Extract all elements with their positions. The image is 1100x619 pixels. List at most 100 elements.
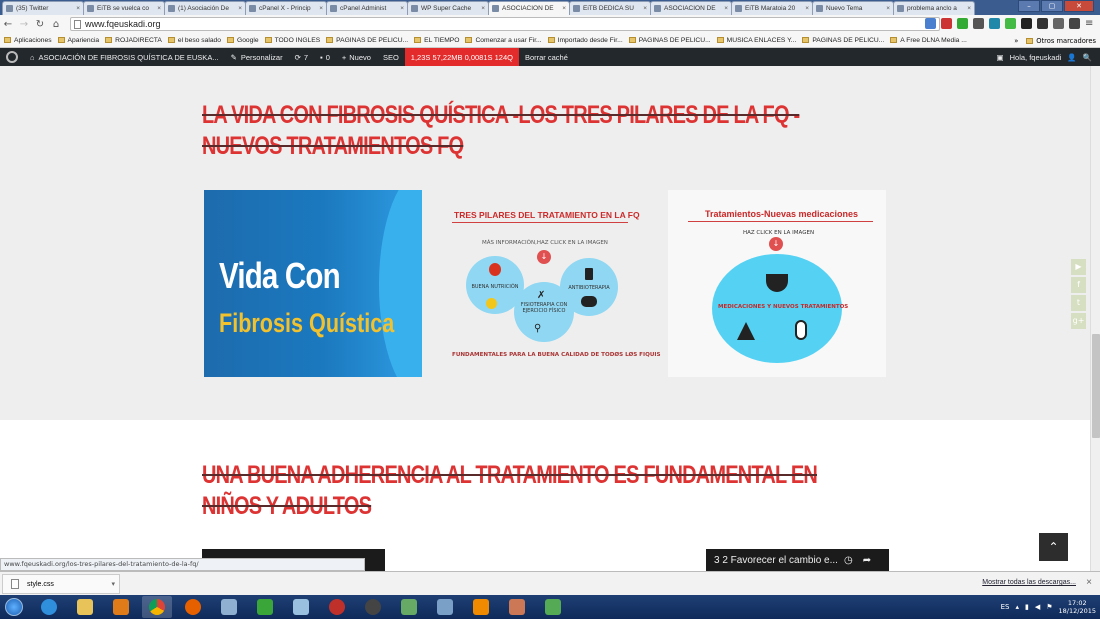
close-tab-icon[interactable]: × — [157, 5, 161, 12]
download-item[interactable]: style.css ▾ — [2, 574, 120, 594]
taskbar-app[interactable] — [214, 596, 244, 618]
screen-icon[interactable]: ▣ — [997, 53, 1004, 62]
scroll-to-top-button[interactable]: ⌃ — [1039, 533, 1068, 561]
chevron-down-icon[interactable]: ▾ — [111, 580, 115, 588]
youtube-icon[interactable]: ▶ — [1071, 259, 1086, 275]
extension-icon[interactable] — [973, 18, 984, 29]
google-plus-icon[interactable]: g+ — [1071, 313, 1086, 329]
share-icon[interactable]: ➦ — [863, 555, 871, 566]
taskbar-app[interactable] — [34, 596, 64, 618]
reload-icon[interactable]: ↻ — [32, 19, 48, 30]
bookmark-item[interactable]: PAGINAS DE PELICU... — [326, 37, 408, 44]
network-icon[interactable]: ▮ — [1025, 603, 1029, 611]
video-embed-2[interactable]: 3 2 Favorecer el cambio e... ◷ ➦ — [706, 549, 889, 571]
extension-icon[interactable] — [941, 18, 952, 29]
taskbar-app[interactable] — [538, 596, 568, 618]
bookmark-item[interactable]: Google — [227, 37, 259, 44]
bookmark-item[interactable]: Apariencia — [57, 37, 99, 44]
browser-tab[interactable]: EiTB se vuelca co × — [83, 1, 165, 15]
browser-tab[interactable]: (1) Asociación De × — [164, 1, 246, 15]
extension-icon[interactable] — [957, 18, 968, 29]
bookmark-item[interactable]: A Free DLNA Media ... — [890, 37, 967, 44]
wp-logo-menu[interactable] — [0, 48, 24, 66]
browser-tab[interactable]: (35) Twitter × — [2, 1, 84, 15]
browser-tab[interactable]: EiTB Maratoia 20 × — [731, 1, 813, 15]
taskbar-app[interactable] — [502, 596, 532, 618]
bookmark-item[interactable]: MUSICA ENLACES Y... — [716, 37, 796, 44]
user-greeting[interactable]: Hola, fqeuskadi — [1010, 53, 1062, 62]
bookmark-item[interactable]: ROJADIRECTA — [105, 37, 162, 44]
user-avatar-icon[interactable]: 👤 — [1067, 53, 1076, 62]
taskbar-app[interactable] — [250, 596, 280, 618]
close-tab-icon[interactable]: × — [76, 5, 80, 12]
volume-icon[interactable]: ◀ — [1035, 603, 1040, 611]
browser-tab[interactable]: WP Super Cache × — [407, 1, 489, 15]
taskbar-app[interactable] — [178, 596, 208, 618]
bookmarks-more[interactable]: » — [1014, 37, 1018, 45]
extension-icon[interactable] — [1037, 18, 1048, 29]
scrollbar-thumb[interactable] — [1092, 334, 1100, 438]
section-heading-1[interactable]: LA VIDA CON FIBROSIS QUÍSTICA -LOS TRES … — [202, 100, 800, 162]
taskbar-app[interactable] — [142, 596, 172, 618]
browser-tab[interactable]: cPanel Administ × — [326, 1, 408, 15]
bookmark-item[interactable]: Aplicaciones — [4, 37, 52, 44]
query-monitor[interactable]: 1,23S 57,22MB 0,0081S 124Q — [404, 48, 519, 66]
taskbar-app[interactable] — [466, 596, 496, 618]
customize-menu[interactable]: ✎ Personalizar — [225, 48, 289, 66]
browser-tab[interactable]: EiTB DEDICA SU × — [569, 1, 651, 15]
taskbar-app[interactable] — [106, 596, 136, 618]
address-bar[interactable]: www.fqeuskadi.org ☆ — [70, 17, 940, 31]
close-tab-icon[interactable]: × — [967, 5, 971, 12]
menu-icon[interactable]: ≡ — [1085, 18, 1096, 29]
browser-tab[interactable]: problema anclo a × — [893, 1, 975, 15]
minimize-button[interactable]: – — [1018, 0, 1040, 12]
close-tab-icon[interactable]: × — [319, 5, 323, 12]
extension-icon[interactable] — [1021, 18, 1032, 29]
bookmark-item[interactable]: EL TIEMPO — [414, 37, 459, 44]
extension-icon[interactable] — [1005, 18, 1016, 29]
clear-cache-button[interactable]: Borrar caché — [519, 48, 574, 66]
card-vida-con-fq[interactable]: Vida Con Fibrosis Quística — [204, 190, 422, 377]
close-window-button[interactable]: ✕ — [1064, 0, 1094, 12]
taskbar-app[interactable] — [394, 596, 424, 618]
bookmark-item[interactable]: Importado desde Fir... — [547, 37, 623, 44]
close-tab-icon[interactable]: × — [481, 5, 485, 12]
language-indicator[interactable]: ES — [1001, 603, 1010, 611]
comments-menu[interactable]: ▪ 0 — [314, 48, 336, 66]
extension-icon[interactable] — [989, 18, 1000, 29]
close-tab-icon[interactable]: × — [400, 5, 404, 12]
card-nuevos-tratamientos[interactable]: Tratamientos-Nuevas medicaciones HAZ CLI… — [668, 190, 886, 377]
close-tab-icon[interactable]: × — [643, 5, 647, 12]
browser-tab[interactable]: ASOCIACIÓN DE × — [650, 1, 732, 15]
forward-icon[interactable]: → — [16, 19, 32, 30]
close-tab-icon[interactable]: × — [562, 5, 566, 12]
extension-icon[interactable] — [925, 18, 936, 29]
extension-icon[interactable] — [1069, 18, 1080, 29]
other-bookmarks[interactable]: Otros marcadores — [1036, 37, 1096, 45]
home-icon[interactable]: ⌂ — [48, 19, 64, 30]
vertical-scrollbar[interactable] — [1090, 66, 1100, 571]
close-tab-icon[interactable]: × — [238, 5, 242, 12]
extension-icon[interactable] — [1053, 18, 1064, 29]
browser-tab[interactable]: Nuevo Tema × — [812, 1, 894, 15]
close-tab-icon[interactable]: × — [886, 5, 890, 12]
card-tres-pilares[interactable]: TRES PILARES DEL TRATAMIENTO EN LA FQ MÁ… — [446, 190, 661, 377]
close-tab-icon[interactable]: × — [805, 5, 809, 12]
close-tab-icon[interactable]: × — [724, 5, 728, 12]
back-icon[interactable]: ← — [0, 19, 16, 30]
flag-icon[interactable]: ⚑ — [1046, 603, 1052, 611]
clock-icon[interactable]: ◷ — [844, 555, 853, 566]
start-button[interactable] — [0, 595, 28, 619]
bookmark-item[interactable]: PAGINAS DE PELICU... — [802, 37, 884, 44]
taskbar-app[interactable] — [358, 596, 388, 618]
taskbar-app[interactable] — [70, 596, 100, 618]
bookmark-item[interactable]: el beso salado — [167, 37, 221, 44]
maximize-button[interactable]: ▢ — [1041, 0, 1063, 12]
site-name-menu[interactable]: ⌂ ASOCIACIÓN DE FIBROSIS QUÍSTICA DE EUSK… — [24, 48, 225, 66]
bookmark-item[interactable]: Comenzar a usar Fir... — [465, 37, 542, 44]
new-content-menu[interactable]: + Nuevo — [336, 48, 377, 66]
browser-tab[interactable]: cPanel X - Princip × — [245, 1, 327, 15]
browser-tab[interactable]: ASOCIACIÓN DE × — [488, 1, 570, 15]
updates-menu[interactable]: ⟳ 7 — [289, 48, 314, 66]
search-icon[interactable]: 🔍 — [1083, 53, 1092, 62]
